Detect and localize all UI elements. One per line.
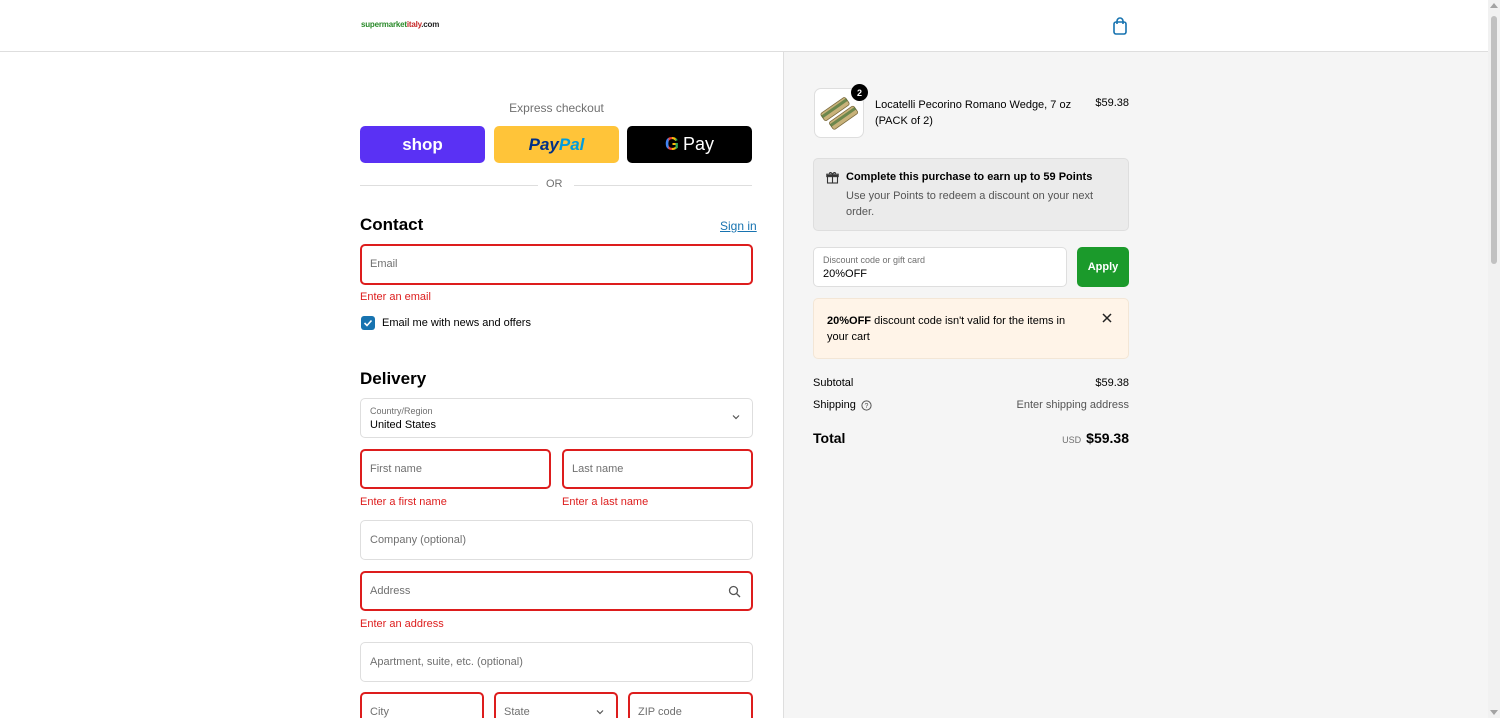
newsletter-checkbox[interactable] xyxy=(361,316,375,330)
newsletter-label: Email me with news and offers xyxy=(382,317,531,329)
apply-discount-button[interactable]: Apply xyxy=(1077,247,1129,287)
paypal-label-part: Pal xyxy=(558,134,585,154)
address-field[interactable]: Address xyxy=(360,571,753,611)
close-icon[interactable] xyxy=(1102,313,1112,323)
divider-line xyxy=(574,185,752,186)
points-subtitle: Use your Points to redeem a discount on … xyxy=(846,190,1094,218)
apartment-field[interactable]: Apartment, suite, etc. (optional) xyxy=(360,642,753,682)
chevron-down-icon xyxy=(732,415,740,420)
shop-pay-button[interactable]: shop xyxy=(360,126,485,163)
last-name-placeholder: Last name xyxy=(572,463,624,475)
help-circle-icon[interactable]: ? xyxy=(861,399,872,411)
delivery-heading: Delivery xyxy=(360,369,427,388)
logo-text-part: italy xyxy=(406,20,422,29)
company-placeholder: Company (optional) xyxy=(370,534,466,546)
warning-code: 20%OFF xyxy=(827,315,872,327)
city-placeholder: City xyxy=(370,706,389,718)
scroll-down-arrow-icon[interactable] xyxy=(1490,710,1498,715)
zip-field[interactable]: ZIP code xyxy=(628,692,753,718)
address-error: Enter an address xyxy=(360,618,444,630)
total-amount: USD $59.38 xyxy=(1062,430,1129,446)
email-field[interactable]: Email xyxy=(360,244,753,285)
total-label: Total xyxy=(813,430,846,446)
paypal-button[interactable]: Pay Pal xyxy=(494,126,619,163)
logo-text-part: .com xyxy=(421,20,440,29)
points-banner: Complete this purchase to earn up to 59 … xyxy=(813,158,1129,231)
chevron-down-icon xyxy=(596,710,604,715)
discount-warning-text: 20%OFF discount code isn't valid for the… xyxy=(827,313,1077,345)
shipping-value: Enter shipping address xyxy=(1016,399,1129,411)
shop-pay-label: shop xyxy=(402,134,443,154)
divider-line xyxy=(360,185,538,186)
express-checkout-label: Express checkout xyxy=(509,101,604,115)
newsletter-option[interactable]: Email me with news and offers xyxy=(361,316,531,330)
product-price: $59.38 xyxy=(1095,97,1129,109)
discount-warning: 20%OFF discount code isn't valid for the… xyxy=(813,298,1129,359)
scroll-thumb[interactable] xyxy=(1491,16,1497,264)
city-field[interactable]: City xyxy=(360,692,484,718)
last-name-error: Enter a last name xyxy=(562,496,649,508)
country-select[interactable]: Country/Region United States xyxy=(360,398,753,438)
google-pay-button[interactable]: G Pay xyxy=(627,126,752,163)
shipping-row: Shipping ? Enter shipping address xyxy=(813,399,1129,413)
total-row: Total USD $59.38 xyxy=(813,430,1129,450)
points-title: Complete this purchase to earn up to 59 … xyxy=(846,171,1093,183)
paypal-label-part: Pay xyxy=(528,134,559,154)
quantity-badge: 2 xyxy=(851,84,868,101)
email-error: Enter an email xyxy=(360,291,431,303)
total-currency: USD xyxy=(1062,435,1082,445)
country-value: United States xyxy=(370,419,437,431)
page-scrollbar[interactable] xyxy=(1488,0,1500,718)
address-placeholder: Address xyxy=(370,585,411,597)
header: supermarketitaly.com xyxy=(0,0,1488,52)
first-name-field[interactable]: First name xyxy=(360,449,551,489)
state-select[interactable]: State xyxy=(494,692,618,718)
store-logo[interactable]: supermarketitaly.com xyxy=(361,20,439,29)
apartment-placeholder: Apartment, suite, etc. (optional) xyxy=(370,656,523,668)
checkmark-icon xyxy=(363,319,373,327)
product-name: Locatelli Pecorino Romano Wedge, 7 oz (P… xyxy=(875,99,1072,127)
first-name-error: Enter a first name xyxy=(360,496,447,508)
state-placeholder: State xyxy=(504,706,530,718)
last-name-field[interactable]: Last name xyxy=(562,449,753,489)
subtotal-row: Subtotal $59.38 xyxy=(813,377,1129,391)
discount-label: Discount code or gift card xyxy=(823,255,926,265)
search-icon xyxy=(728,585,741,598)
company-field[interactable]: Company (optional) xyxy=(360,520,753,560)
discount-value: 20%OFF xyxy=(823,268,868,280)
zip-placeholder: ZIP code xyxy=(638,706,682,718)
google-pay-label: Pay xyxy=(682,134,715,154)
subtotal-value: $59.38 xyxy=(1095,377,1129,389)
subtotal-label: Subtotal xyxy=(813,377,854,389)
total-value: $59.38 xyxy=(1086,430,1129,446)
or-text: OR xyxy=(546,178,563,190)
gift-icon xyxy=(826,172,839,184)
svg-text:?: ? xyxy=(864,403,868,410)
or-divider: OR xyxy=(360,178,753,192)
shipping-label-group: Shipping ? xyxy=(813,399,872,411)
country-label: Country/Region xyxy=(370,406,433,416)
sign-in-link[interactable]: Sign in xyxy=(720,219,757,233)
cart-icon[interactable] xyxy=(1110,16,1130,36)
google-g-icon: G xyxy=(664,134,679,154)
scroll-up-arrow-icon[interactable] xyxy=(1490,3,1498,8)
logo-text-part: supermarket xyxy=(361,20,407,29)
shipping-label: Shipping xyxy=(813,399,856,411)
discount-code-input[interactable]: Discount code or gift card 20%OFF xyxy=(813,247,1067,287)
email-placeholder: Email xyxy=(370,258,398,270)
first-name-placeholder: First name xyxy=(370,463,422,475)
contact-heading: Contact xyxy=(360,215,424,234)
